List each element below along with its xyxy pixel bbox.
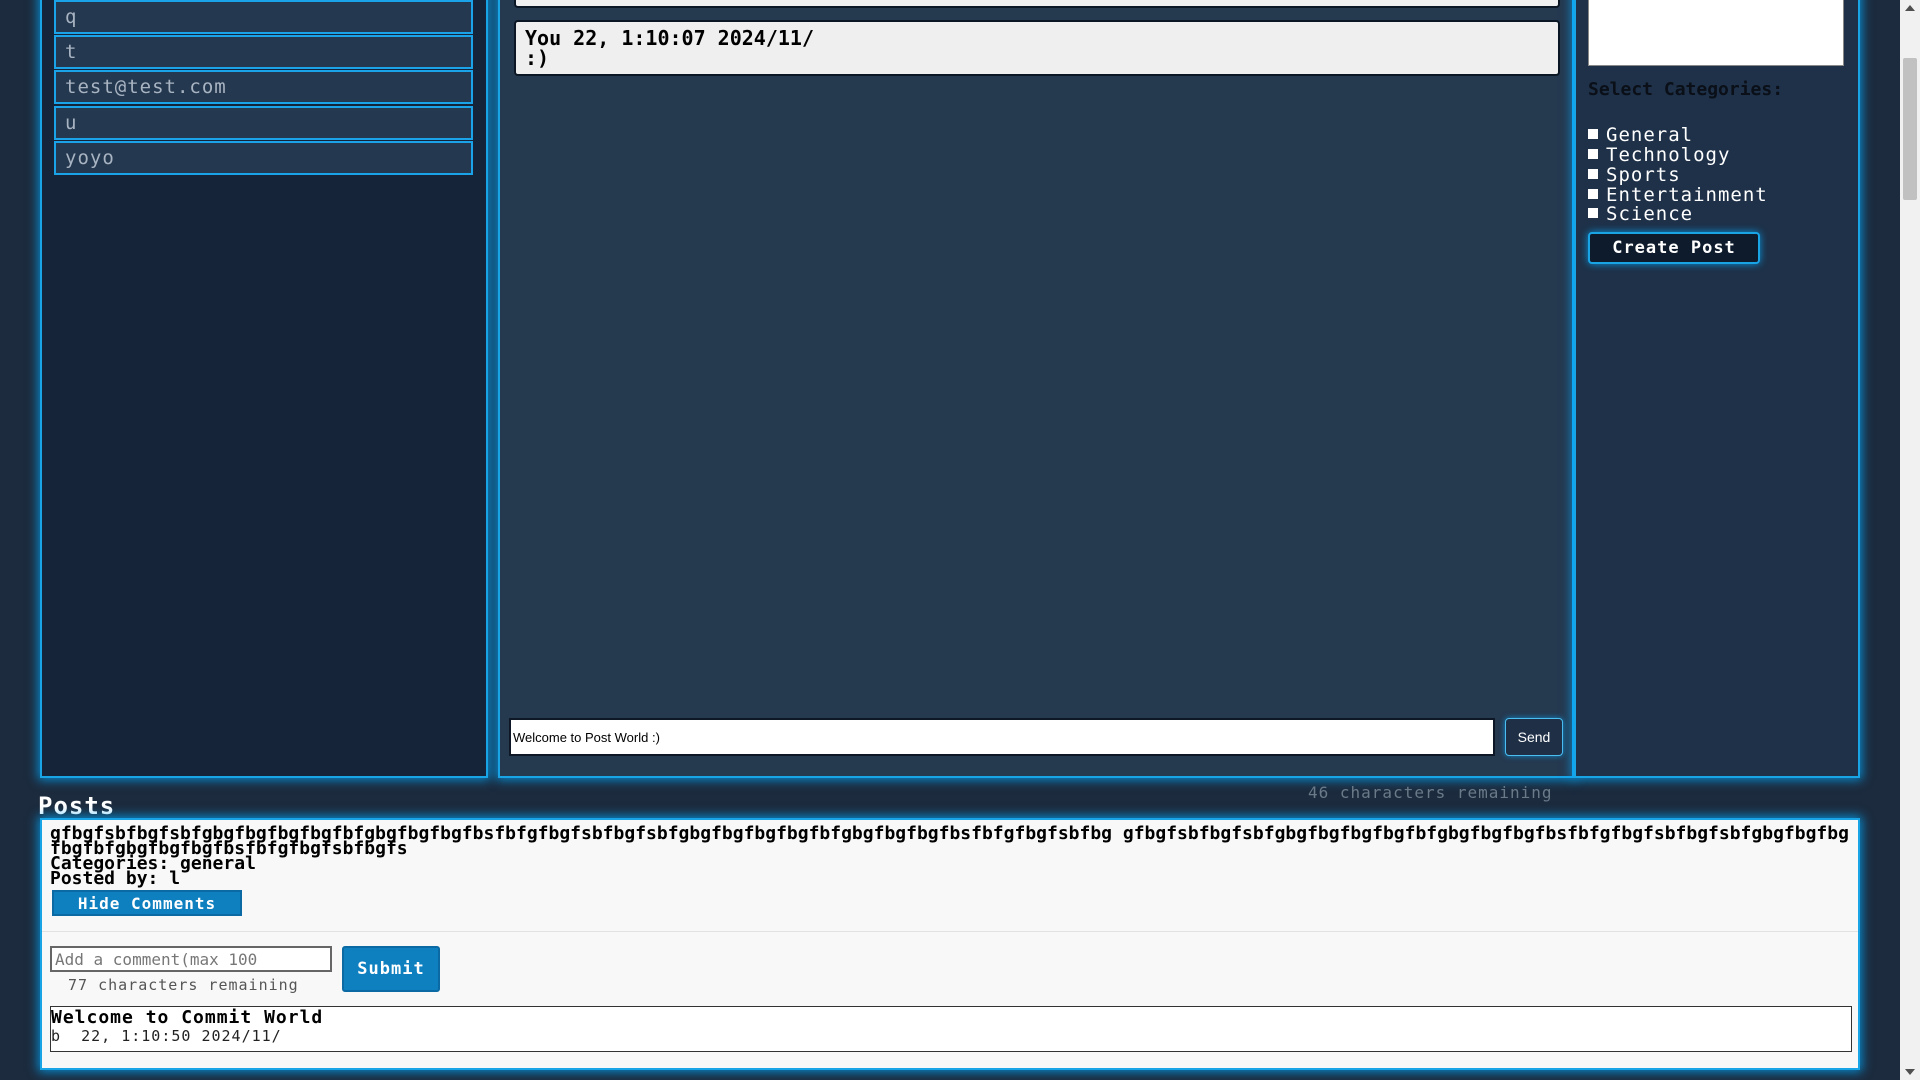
comment-item: Welcome to Commit World b 22, 1:10:50 20…: [50, 1006, 1852, 1052]
comment-time: 22, 1:10:50 2024/11/: [81, 1027, 282, 1045]
user-name: u: [65, 112, 78, 134]
message-header: You 22, 1:10:07 2024/11/: [525, 28, 1549, 48]
checkbox-icon[interactable]: [1588, 128, 1598, 139]
category-checkbox-technology[interactable]: Technology: [1588, 145, 1730, 165]
checkbox-icon[interactable]: [1588, 168, 1598, 179]
post-card: gfbgfsbfbgfsbfgbgfbgfbgfbgfbfgbgfbgfbgfb…: [40, 818, 1860, 1070]
user-list-item[interactable]: q: [54, 0, 473, 34]
chat-panel: You 22, 1:10:07 2024/11/ :) Send: [498, 0, 1574, 778]
category-label: Science: [1606, 203, 1694, 225]
message-text: :): [525, 46, 550, 70]
user-list-item[interactable]: yoyo: [54, 141, 473, 175]
user-name: q: [65, 6, 78, 28]
post-author: Posted by: l: [50, 868, 181, 889]
checkbox-icon[interactable]: [1588, 188, 1598, 199]
category-checkbox-entertainment[interactable]: Entertainment: [1588, 185, 1768, 205]
user-list-panel: q t test@test.com u yoyo: [40, 0, 488, 778]
post-content: gfbgfsbfbgfsbfgbgfbgfbgfbgfbfgbgfbgfbgfb…: [50, 823, 1849, 859]
comment-chars-remaining: 77 characters remaining: [68, 976, 299, 994]
category-label: Technology: [1606, 144, 1731, 166]
category-checkbox-science[interactable]: Science: [1588, 204, 1693, 224]
user-list-item[interactable]: u: [54, 106, 473, 140]
comment-input[interactable]: [50, 946, 332, 972]
user-list-item[interactable]: test@test.com: [54, 70, 473, 104]
divider: [42, 931, 1858, 932]
hide-comments-button[interactable]: Hide Comments: [52, 890, 242, 916]
previous-message: [514, 0, 1560, 8]
send-button[interactable]: Send: [1505, 718, 1563, 756]
comment-text: Welcome to Commit World: [51, 1007, 324, 1028]
comment-meta: b 22, 1:10:50 2024/11/: [51, 1028, 1851, 1045]
message-time: 22, 1:10:07 2024/11/: [573, 26, 814, 50]
user-name: test@test.com: [65, 76, 227, 98]
scroll-up-icon[interactable]: [1905, 5, 1915, 11]
posts-heading: Posts: [38, 792, 116, 820]
chat-chars-remaining: 46 characters remaining: [1308, 783, 1553, 802]
category-checkbox-sports[interactable]: Sports: [1588, 165, 1681, 185]
categories-title: Select Categories:: [1588, 79, 1784, 100]
submit-comment-button[interactable]: Submit: [342, 946, 440, 992]
category-checkbox-general[interactable]: General: [1588, 125, 1693, 145]
checkbox-icon[interactable]: [1588, 207, 1598, 218]
create-post-button[interactable]: Create Post: [1588, 232, 1760, 264]
comment-author: b: [51, 1027, 62, 1045]
scroll-down-icon[interactable]: [1905, 1069, 1915, 1075]
user-name: t: [65, 41, 78, 63]
user-list-item[interactable]: t: [54, 35, 473, 69]
post-content-textarea[interactable]: [1588, 0, 1844, 66]
page-scrollbar[interactable]: [1900, 0, 1920, 1080]
scrollbar-thumb[interactable]: [1903, 58, 1917, 200]
checkbox-icon[interactable]: [1588, 148, 1598, 159]
category-label: Sports: [1606, 164, 1681, 186]
chat-message: You 22, 1:10:07 2024/11/ :): [514, 20, 1560, 76]
create-post-panel: Select Categories: General Technology Sp…: [1574, 0, 1860, 778]
category-label: General: [1606, 124, 1694, 146]
post-body: gfbgfsbfbgfsbfgbgfbgfbgfbgfbfgbgfbgfbgfb…: [50, 823, 1850, 889]
chat-message-input[interactable]: [509, 718, 1495, 756]
user-name: yoyo: [65, 147, 115, 169]
